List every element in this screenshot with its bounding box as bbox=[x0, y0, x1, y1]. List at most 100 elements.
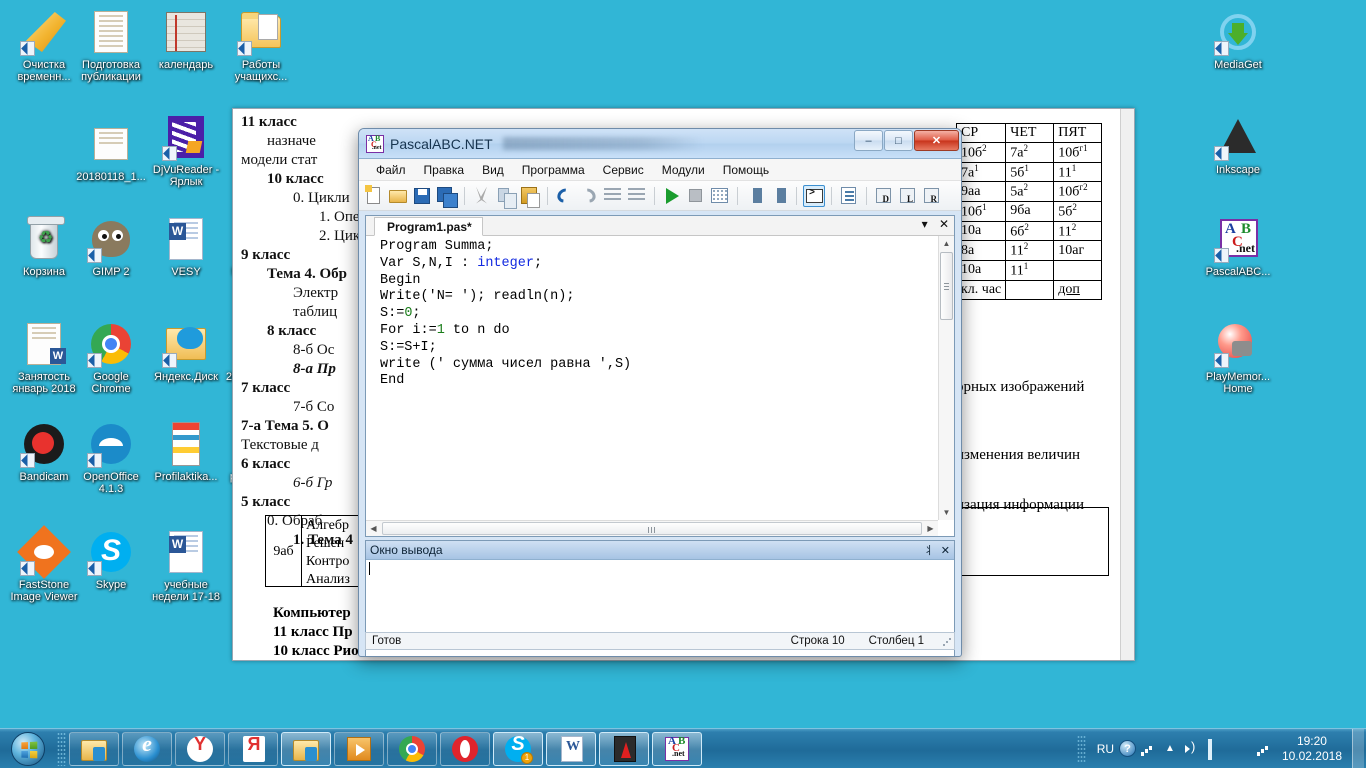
menu-view[interactable]: Вид bbox=[473, 161, 513, 179]
resize-grip[interactable] bbox=[942, 637, 952, 647]
desktop-icon-openoffice[interactable]: OpenOffice 4.1.3 bbox=[73, 420, 149, 495]
code-list-icon[interactable] bbox=[838, 185, 860, 207]
save-all-icon[interactable] bbox=[436, 185, 458, 208]
desktop-icon-playmemories[interactable]: PlayMemor... Home bbox=[1200, 320, 1276, 395]
language-indicator[interactable]: RU bbox=[1097, 742, 1114, 756]
flag-icon[interactable] bbox=[1207, 738, 1224, 760]
scroll-right-arrow[interactable]: ▶ bbox=[923, 521, 938, 536]
stop-icon[interactable] bbox=[685, 185, 707, 207]
indent-icon[interactable] bbox=[626, 185, 648, 207]
menu-service[interactable]: Сервис bbox=[594, 161, 653, 179]
desktop-icon-chrome[interactable]: Google Chrome bbox=[73, 320, 149, 395]
taskbar-grip[interactable] bbox=[57, 731, 66, 766]
desktop-icon-image-20180118[interactable]: 20180118_1... bbox=[73, 120, 149, 183]
desktop-icon-recycle-bin[interactable]: Корзина bbox=[6, 215, 82, 278]
unindent-block-icon[interactable] bbox=[768, 185, 790, 207]
cut-icon[interactable] bbox=[471, 185, 493, 207]
desktop-icon-study-weeks[interactable]: W учебные недели 17-18 bbox=[148, 528, 224, 603]
close-button[interactable]: ✕ bbox=[914, 130, 959, 151]
system-tray[interactable]: RU ? ▲ 19:20 10.02.2018 bbox=[1076, 728, 1366, 768]
menubar[interactable]: Файл Правка Вид Программа Сервис Модули … bbox=[359, 159, 961, 181]
desktop-icon-djvureader[interactable]: DjVuReader - Ярлык bbox=[148, 113, 224, 188]
pin-icon[interactable]: 丬 bbox=[924, 542, 935, 558]
taskbar-item-media-player[interactable] bbox=[334, 731, 384, 766]
desktop-icon-vesy[interactable]: W VESY bbox=[148, 215, 224, 278]
desktop-icon-skype[interactable]: Skype bbox=[73, 528, 149, 591]
editor-vertical-scrollbar[interactable]: ▲ ▼ bbox=[938, 236, 954, 520]
console-window-icon[interactable] bbox=[803, 184, 825, 207]
debug-l-icon[interactable] bbox=[897, 185, 919, 207]
open-file-icon[interactable] bbox=[388, 185, 410, 207]
maximize-button[interactable]: □ bbox=[884, 130, 913, 151]
copy-icon[interactable] bbox=[495, 185, 517, 209]
taskbar-item-explorer-window[interactable] bbox=[281, 731, 331, 766]
document-scrollbar[interactable] bbox=[1120, 109, 1134, 660]
tray-grip[interactable] bbox=[1076, 734, 1086, 763]
build-icon[interactable] bbox=[709, 185, 731, 207]
menu-edit[interactable]: Правка bbox=[415, 161, 474, 179]
desktop-icon-faststone[interactable]: FastStone Image Viewer bbox=[6, 525, 82, 603]
scroll-down-arrow[interactable]: ▼ bbox=[939, 505, 954, 520]
desktop-icon-calendar[interactable]: календарь bbox=[148, 8, 224, 71]
scroll-up-arrow[interactable]: ▲ bbox=[939, 236, 954, 251]
editor-horizontal-scrollbar[interactable]: ◀ ▶ bbox=[366, 520, 938, 536]
tab-program1-pas[interactable]: Program1.pas* bbox=[374, 217, 483, 236]
start-button[interactable] bbox=[2, 730, 54, 768]
debug-r-icon[interactable] bbox=[921, 185, 943, 207]
taskbar-item-yandex-browser[interactable] bbox=[175, 731, 225, 766]
debug-d-icon[interactable] bbox=[873, 185, 895, 207]
desktop-icon-publication[interactable]: Подготовка публикации bbox=[73, 8, 149, 83]
taskbar-item-word[interactable] bbox=[546, 731, 596, 766]
save-icon[interactable] bbox=[412, 185, 434, 207]
outdent-icon[interactable] bbox=[602, 185, 624, 207]
code-text-area[interactable]: Program Summa; Var S,N,I : integer; Begi… bbox=[366, 236, 938, 520]
desktop-icon-bandicam[interactable]: Bandicam bbox=[6, 420, 82, 483]
scrollbar-thumb[interactable] bbox=[382, 522, 922, 535]
taskbar-item-acrobat[interactable] bbox=[599, 731, 649, 766]
desktop-icon-zanyatost[interactable]: W Занятость январь 2018 bbox=[6, 320, 82, 395]
pascalabc-window[interactable]: A B C .net PascalABC.NET – □ ✕ Файл Правка … bbox=[358, 128, 962, 657]
desktop-icon-cleanup[interactable]: Очистка временн... bbox=[6, 8, 82, 83]
action-center-icon[interactable] bbox=[1232, 741, 1248, 757]
desktop-icon-inkscape[interactable]: Inkscape bbox=[1200, 113, 1276, 176]
chevron-down-icon[interactable]: ▾ bbox=[922, 217, 928, 231]
clock[interactable]: 19:20 10.02.2018 bbox=[1282, 734, 1342, 764]
scroll-left-arrow[interactable]: ◀ bbox=[366, 521, 381, 536]
desktop-icon-gimp[interactable]: GIMP 2 bbox=[73, 215, 149, 278]
new-file-icon[interactable] bbox=[364, 184, 386, 207]
network-icon[interactable] bbox=[1140, 741, 1156, 757]
run-icon[interactable] bbox=[661, 185, 683, 207]
show-desktop-button[interactable] bbox=[1352, 728, 1364, 768]
desktop-icon-student-works[interactable]: Работы учащихс... bbox=[223, 8, 299, 83]
code-editor-panel[interactable]: Program1.pas* ▾ ✕ Program Summa; Var S,N… bbox=[365, 215, 955, 537]
desktop-icon-mediaget[interactable]: MediaGet bbox=[1200, 8, 1276, 71]
undo-icon[interactable] bbox=[554, 185, 576, 207]
editor-tabstrip[interactable]: Program1.pas* ▾ ✕ bbox=[366, 216, 954, 236]
tabstrip-controls[interactable]: ▾ ✕ bbox=[922, 217, 949, 231]
window-titlebar[interactable]: A B C .net PascalABC.NET – □ ✕ bbox=[359, 129, 961, 159]
close-icon[interactable]: ✕ bbox=[939, 217, 949, 231]
taskbar-item-skype[interactable]: 1 bbox=[493, 731, 543, 766]
signal-icon[interactable] bbox=[1256, 741, 1272, 757]
menu-help[interactable]: Помощь bbox=[714, 161, 778, 179]
taskbar-item-internet-explorer[interactable] bbox=[122, 731, 172, 766]
show-hidden-icons-arrow[interactable]: ▲ bbox=[1165, 743, 1175, 754]
redo-icon[interactable] bbox=[578, 185, 600, 207]
menu-modules[interactable]: Модули bbox=[653, 161, 714, 179]
taskbar-item-yandex-ya[interactable] bbox=[228, 731, 278, 766]
minimize-button[interactable]: – bbox=[854, 130, 883, 151]
indent-block-icon[interactable] bbox=[744, 185, 766, 207]
menu-file[interactable]: Файл bbox=[367, 161, 415, 179]
toolbar[interactable] bbox=[359, 181, 961, 211]
taskbar-item-chrome[interactable] bbox=[387, 731, 437, 766]
desktop-icon-yandex-disk[interactable]: Яндекс.Диск bbox=[148, 320, 224, 383]
volume-icon[interactable] bbox=[1184, 739, 1200, 757]
taskbar-item-explorer-pinned[interactable] bbox=[69, 731, 119, 766]
taskbar-item-pascalabc[interactable]: A B C .net bbox=[652, 731, 702, 766]
menu-program[interactable]: Программа bbox=[513, 161, 594, 179]
taskbar-item-opera[interactable] bbox=[440, 731, 490, 766]
close-icon[interactable]: ✕ bbox=[941, 544, 950, 557]
help-icon[interactable]: ? bbox=[1119, 740, 1137, 757]
scrollbar-thumb[interactable] bbox=[940, 252, 953, 320]
desktop-icon-profilaktika[interactable]: Profilaktika... bbox=[148, 420, 224, 483]
